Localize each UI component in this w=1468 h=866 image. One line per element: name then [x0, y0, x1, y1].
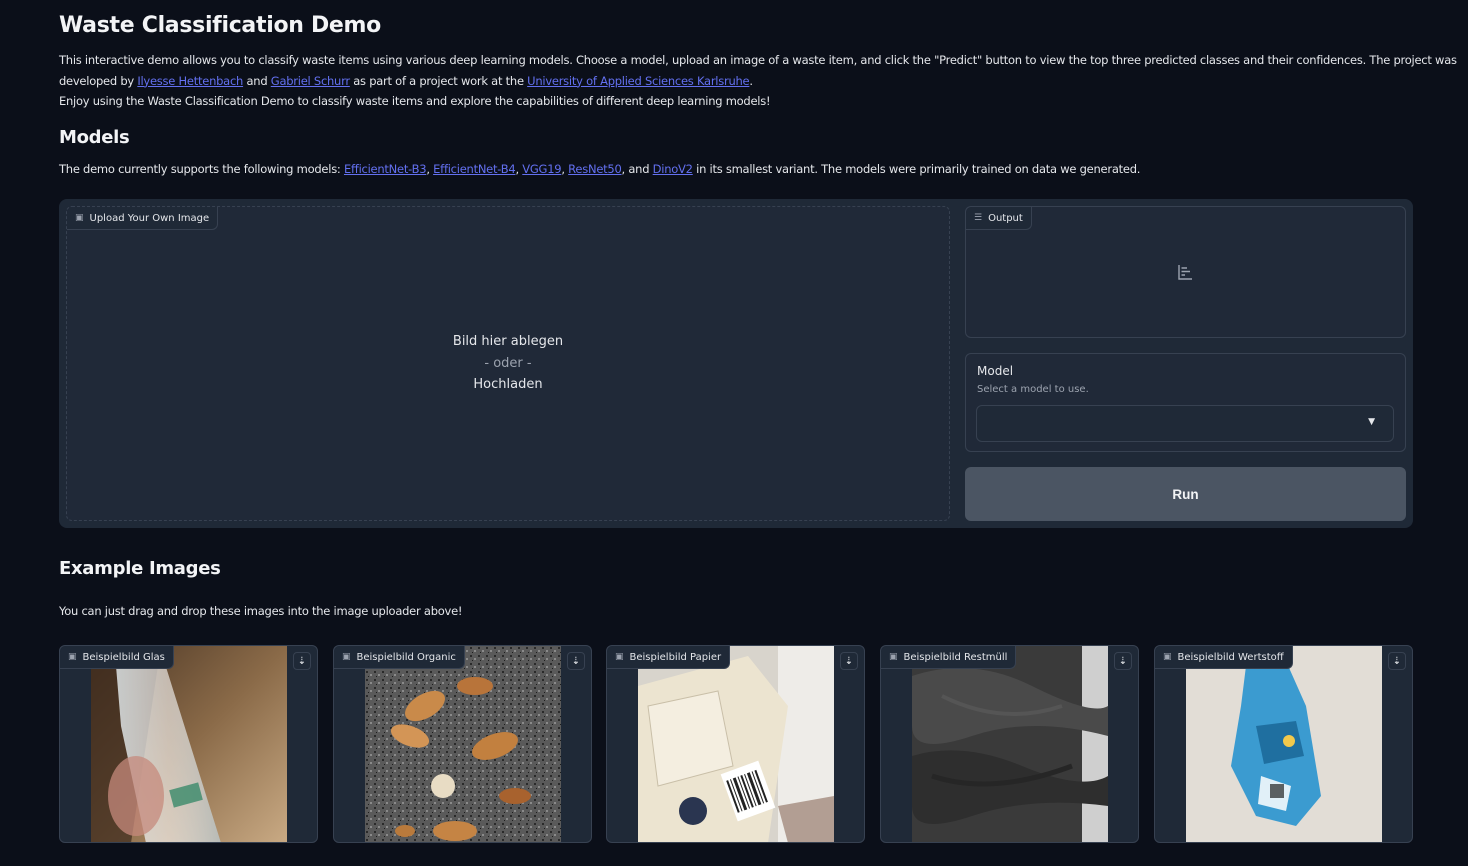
- image-icon: ▣: [75, 213, 84, 223]
- image-icon: ▣: [342, 652, 351, 662]
- example-card-papier[interactable]: ▣ Beispielbild Papier ⇣: [606, 645, 865, 843]
- image-icon: ▣: [68, 652, 77, 662]
- model-info: Select a model to use.: [977, 384, 1089, 395]
- model-select[interactable]: ▼: [976, 405, 1394, 442]
- download-icon[interactable]: ⇣: [840, 652, 858, 670]
- example-label-text: Beispielbild Wertstoff: [1177, 651, 1284, 663]
- intro-as-part: as part of a project work at the: [349, 73, 528, 88]
- example-label: ▣ Beispielbild Organic: [334, 646, 465, 669]
- university-link[interactable]: University of Applied Sciences Karlsruhe: [527, 74, 749, 88]
- models-prefix: The demo currently supports the followin…: [59, 162, 344, 176]
- example-card-organic[interactable]: ▣ Beispielbild Organic ⇣: [333, 645, 592, 843]
- models-description: The demo currently supports the followin…: [59, 159, 1140, 179]
- example-gallery: ▣Beispielbild Glas ⇣ ▣Beispielbild Org: [59, 645, 1413, 843]
- example-image-wertstoff[interactable]: [1186, 646, 1382, 842]
- example-label-text: Beispielbild Restmüll: [903, 651, 1008, 663]
- intro-line-1: This interactive demo allows you to clas…: [59, 53, 1457, 67]
- main-panel: ▣ Upload Your Own Image Bild hier ablege…: [59, 199, 1413, 528]
- download-icon[interactable]: ⇣: [1388, 652, 1406, 670]
- output-label-text: Output: [988, 212, 1023, 224]
- example-label: ▣ Beispielbild Wertstoff: [1155, 646, 1293, 669]
- download-icon[interactable]: ⇣: [293, 652, 311, 670]
- intro-line-2: developed by Ilyesse Hettenbach and Gabr…: [59, 71, 1413, 92]
- model-link-dinov2[interactable]: DinoV2: [653, 162, 693, 176]
- models-heading: Models: [59, 127, 130, 148]
- model-label: Model: [977, 364, 1014, 378]
- output-block-label: ☰ Output: [966, 207, 1032, 230]
- models-suffix: in its smallest variant. The models were…: [692, 162, 1141, 176]
- model-link-vgg19[interactable]: VGG19: [522, 162, 561, 176]
- intro-period: .: [749, 73, 753, 88]
- drop-hint: Bild hier ablegen: [452, 334, 564, 349]
- example-image-organic[interactable]: [365, 646, 561, 842]
- model-link-efficientnet-b4[interactable]: EfficientNet-B4: [433, 162, 516, 176]
- intro-and: and: [243, 73, 271, 88]
- example-label: ▣ Beispielbild Restmüll: [881, 646, 1017, 669]
- example-label-text: Beispielbild Papier: [629, 651, 722, 663]
- or-separator: - oder -: [484, 355, 532, 371]
- output-panel: ☰ Output: [965, 206, 1406, 338]
- example-label-text: Beispielbild Organic: [356, 651, 456, 663]
- example-image-papier[interactable]: [638, 646, 834, 842]
- image-icon: ▣: [889, 652, 898, 662]
- image-upload-dropzone[interactable]: ▣ Upload Your Own Image Bild hier ablege…: [66, 206, 950, 521]
- model-link-efficientnet-b3[interactable]: EfficientNet-B3: [344, 162, 427, 176]
- example-label-text: Beispielbild Glas: [82, 651, 165, 663]
- label-icon: ☰: [974, 213, 983, 223]
- intro-line-3: Enjoy using the Waste Classification Dem…: [59, 94, 771, 108]
- model-dropdown-block: Model Select a model to use. ▼: [965, 353, 1406, 452]
- example-label: ▣ Beispielbild Glas: [60, 646, 174, 669]
- model-link-resnet50[interactable]: ResNet50: [568, 162, 622, 176]
- chevron-down-icon[interactable]: ▼: [1368, 417, 1375, 427]
- upload-click-text[interactable]: Hochladen: [67, 374, 949, 396]
- author-link-2[interactable]: Gabriel Schurr: [271, 74, 350, 88]
- image-icon: ▣: [615, 652, 624, 662]
- image-icon: ▣: [1163, 652, 1172, 662]
- download-icon[interactable]: ⇣: [1114, 652, 1132, 670]
- page-title: Waste Classification Demo: [59, 13, 381, 38]
- example-card-restmuell[interactable]: ▣ Beispielbild Restmüll ⇣: [880, 645, 1139, 843]
- upload-block-label: ▣ Upload Your Own Image: [67, 207, 219, 230]
- example-image-glas[interactable]: [91, 646, 287, 842]
- example-card-glas[interactable]: ▣ Beispielbild Glas ⇣: [59, 645, 318, 843]
- examples-description: You can just drag and drop these images …: [59, 604, 463, 618]
- example-label: ▣ Beispielbild Papier: [607, 646, 731, 669]
- author-link-1[interactable]: Ilyesse Hettenbach: [137, 74, 243, 88]
- intro-text: This interactive demo allows you to clas…: [59, 50, 1457, 112]
- example-image-restmuell[interactable]: [912, 646, 1108, 842]
- intro-developed-by: developed by: [59, 73, 138, 88]
- upload-label-text: Upload Your Own Image: [89, 212, 210, 224]
- examples-heading: Example Images: [59, 558, 221, 579]
- download-icon[interactable]: ⇣: [567, 652, 585, 670]
- example-card-wertstoff[interactable]: ▣ Beispielbild Wertstoff ⇣: [1154, 645, 1413, 843]
- run-button[interactable]: Run: [965, 467, 1406, 521]
- chart-icon: [1177, 264, 1193, 280]
- models-sep-4: , and: [621, 162, 653, 176]
- dropzone-text: Bild hier ablegen - oder - Hochladen: [67, 331, 949, 396]
